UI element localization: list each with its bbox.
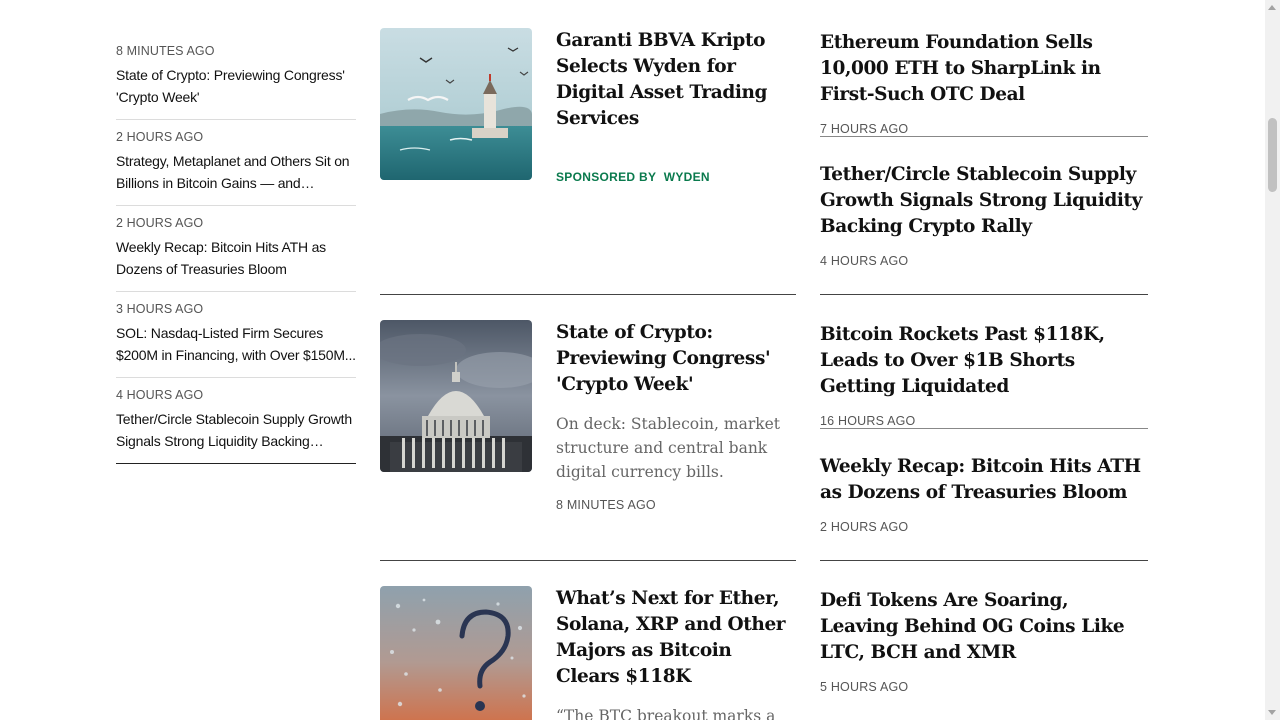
latest-item-time: 2 HOURS AGO [116, 216, 204, 230]
vertical-scrollbar[interactable] [1265, 0, 1280, 720]
feature-description: “The BTC breakout marks a [556, 707, 776, 720]
latest-item-time: 2 HOURS AGO [116, 130, 204, 144]
headline-divider [820, 428, 1148, 429]
latest-item-title[interactable]: Strategy, Metaplanet and Others Sit on B… [116, 150, 356, 194]
headline-item[interactable]: Tether/Circle Stablecoin Supply Growth S… [820, 162, 1148, 268]
headline-title[interactable]: Tether/Circle Stablecoin Supply Growth S… [820, 162, 1148, 240]
feature-timestamp: 8 MINUTES AGO [556, 498, 656, 512]
headline-item[interactable]: Ethereum Foundation Sells 10,000 ETH to … [820, 30, 1148, 136]
feature-body: State of Crypto: Previewing Congress' 'C… [556, 320, 796, 512]
headline-timestamp: 2 HOURS AGO [820, 520, 909, 534]
latest-item[interactable]: 4 HOURS AGO Tether/Circle Stablecoin Sup… [116, 378, 356, 464]
latest-news-list: 8 MINUTES AGO State of Crypto: Previewin… [116, 34, 356, 464]
feature-card[interactable]: What’s Next for Ether, Solana, XRP and O… [380, 586, 796, 720]
feature-thumbnail[interactable] [380, 320, 532, 472]
sponsored-badge[interactable]: SPONSORED BY WYDEN [556, 170, 796, 184]
feature-body: What’s Next for Ether, Solana, XRP and O… [556, 586, 796, 720]
scrollbar-thumb[interactable] [1268, 118, 1277, 192]
latest-item[interactable]: 8 MINUTES AGO State of Crypto: Previewin… [116, 34, 356, 120]
headline-title[interactable]: Defi Tokens Are Soaring, Leaving Behind … [820, 588, 1148, 666]
feature-thumbnail[interactable] [380, 28, 532, 180]
feature-title[interactable]: What’s Next for Ether, Solana, XRP and O… [556, 586, 796, 690]
feature-title[interactable]: Garanti BBVA Kripto Selects Wyden for Di… [556, 28, 796, 132]
feature-thumbnail[interactable] [380, 586, 532, 720]
latest-item-title[interactable]: State of Crypto: Previewing Congress' 'C… [116, 64, 356, 108]
latest-item[interactable]: 3 HOURS AGO SOL: Nasdaq-Listed Firm Secu… [116, 292, 356, 378]
question-mark-window-image [380, 586, 532, 720]
headline-divider [820, 136, 1148, 137]
headline-timestamp: 4 HOURS AGO [820, 254, 909, 268]
sponsored-label: SPONSORED BY [556, 170, 657, 184]
headline-timestamp: 16 HOURS AGO [820, 414, 916, 428]
scroll-down-arrow-icon[interactable] [1268, 710, 1276, 715]
scroll-up-arrow-icon[interactable] [1268, 5, 1276, 10]
headline-timestamp: 5 HOURS AGO [820, 680, 909, 694]
headline-divider [820, 560, 1148, 561]
headline-title[interactable]: Bitcoin Rockets Past $118K, Leads to Ove… [820, 322, 1148, 400]
latest-item-time: 4 HOURS AGO [116, 388, 204, 402]
latest-item-title[interactable]: Tether/Circle Stablecoin Supply Growth S… [116, 408, 356, 452]
latest-item[interactable]: 2 HOURS AGO Strategy, Metaplanet and Oth… [116, 120, 356, 206]
headline-title[interactable]: Weekly Recap: Bitcoin Hits ATH as Dozens… [820, 454, 1148, 506]
feature-card[interactable]: Garanti BBVA Kripto Selects Wyden for Di… [380, 28, 796, 184]
latest-item-time: 3 HOURS AGO [116, 302, 204, 316]
sponsor-name[interactable]: WYDEN [664, 170, 710, 184]
section-divider [380, 294, 796, 295]
headline-item[interactable]: Weekly Recap: Bitcoin Hits ATH as Dozens… [820, 454, 1148, 534]
latest-item-title[interactable]: SOL: Nasdaq-Listed Firm Secures $200M in… [116, 322, 356, 366]
headline-item[interactable]: Bitcoin Rockets Past $118K, Leads to Ove… [820, 322, 1148, 428]
istanbul-tower-image [380, 28, 532, 180]
latest-item-title[interactable]: Weekly Recap: Bitcoin Hits ATH as Dozens… [116, 236, 356, 280]
feature-title[interactable]: State of Crypto: Previewing Congress' 'C… [556, 320, 796, 398]
capitol-dome-image [380, 320, 532, 472]
feature-description: On deck: Stablecoin, market structure an… [556, 415, 781, 481]
headline-title[interactable]: Ethereum Foundation Sells 10,000 ETH to … [820, 30, 1148, 108]
headline-timestamp: 7 HOURS AGO [820, 122, 909, 136]
section-divider [380, 560, 796, 561]
latest-item-time: 8 MINUTES AGO [116, 44, 215, 58]
latest-item[interactable]: 2 HOURS AGO Weekly Recap: Bitcoin Hits A… [116, 206, 356, 292]
headline-divider [820, 294, 1148, 295]
headline-item[interactable]: Defi Tokens Are Soaring, Leaving Behind … [820, 588, 1148, 694]
feature-card[interactable]: State of Crypto: Previewing Congress' 'C… [380, 320, 796, 520]
feature-body: Garanti BBVA Kripto Selects Wyden for Di… [556, 28, 796, 184]
